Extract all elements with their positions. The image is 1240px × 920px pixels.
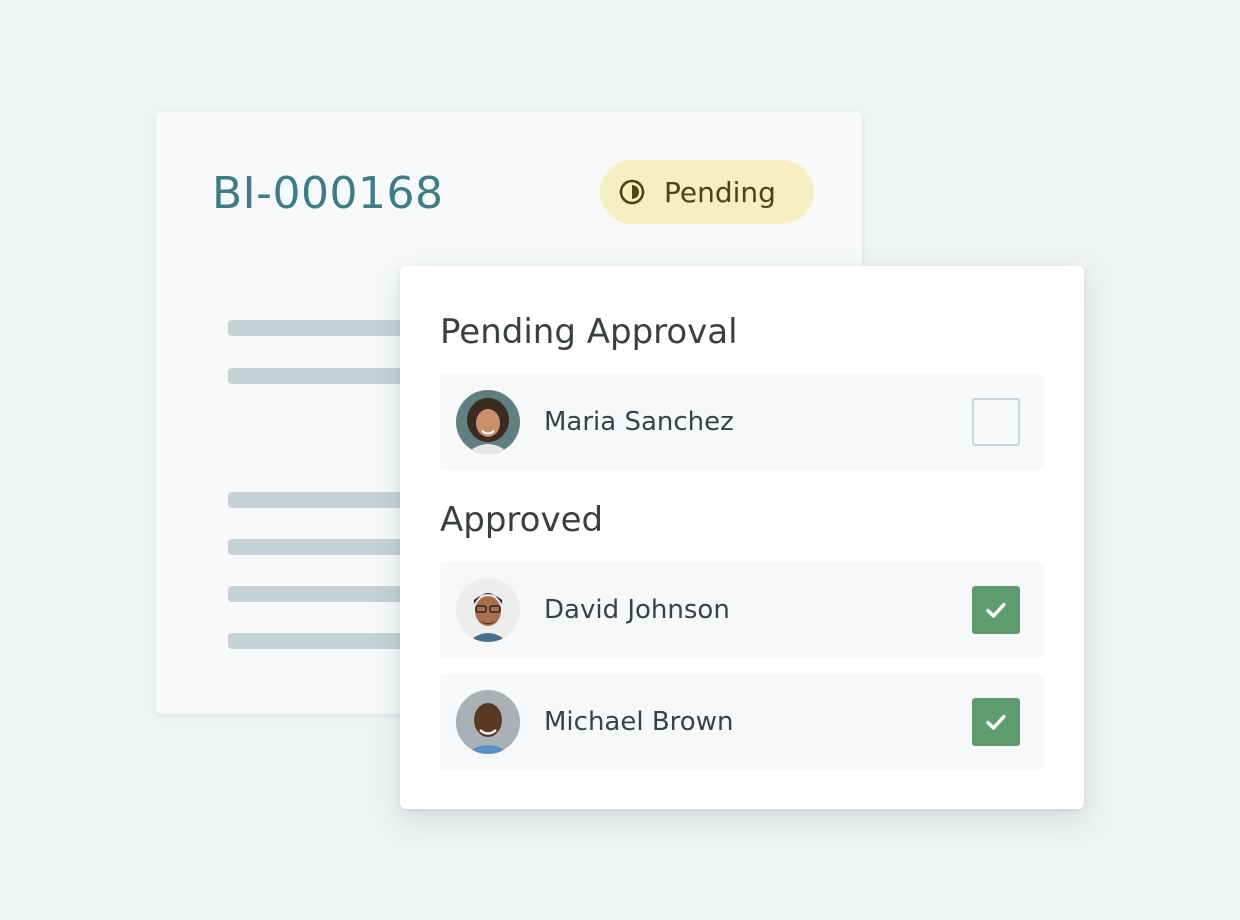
document-id: BI-000168 xyxy=(212,168,444,219)
status-label: Pending xyxy=(664,175,776,209)
approval-panel: Pending Approval Maria Sanchez Approved xyxy=(400,266,1084,809)
approver-name: David Johnson xyxy=(544,595,730,625)
avatar xyxy=(456,690,520,754)
approve-checkbox[interactable] xyxy=(972,698,1020,746)
approver-row-approved: David Johnson xyxy=(440,562,1044,658)
approver-name: Michael Brown xyxy=(544,707,734,737)
half-circle-icon xyxy=(618,178,646,206)
approver-name: Maria Sanchez xyxy=(544,407,734,437)
approve-checkbox[interactable] xyxy=(972,586,1020,634)
status-badge: Pending xyxy=(600,160,814,224)
checkmark-icon xyxy=(986,602,1006,618)
avatar xyxy=(456,578,520,642)
avatar xyxy=(456,390,520,454)
approver-row-approved: Michael Brown xyxy=(440,674,1044,770)
checkmark-icon xyxy=(986,714,1006,730)
approved-heading: Approved xyxy=(440,500,604,540)
approve-checkbox[interactable] xyxy=(972,398,1020,446)
pending-approval-heading: Pending Approval xyxy=(440,312,738,352)
approver-row-pending: Maria Sanchez xyxy=(440,374,1044,470)
